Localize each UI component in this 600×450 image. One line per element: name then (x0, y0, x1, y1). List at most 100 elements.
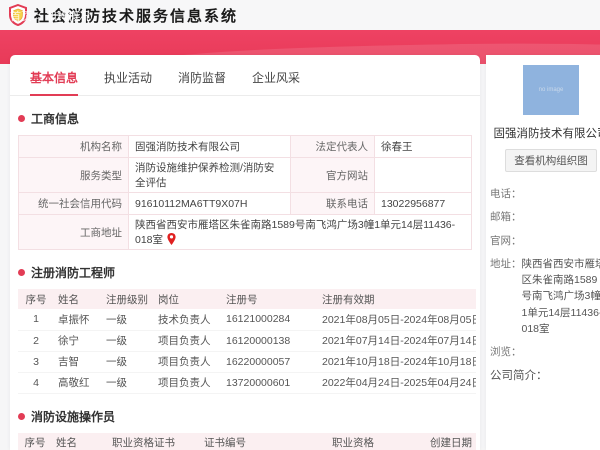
section-business-info: 工商信息 (18, 110, 480, 127)
sidebar-field-label: 邮箱： (490, 211, 522, 224)
cell-level: 一级 (102, 372, 154, 394)
sidebar-field-label: 电话： (490, 188, 522, 200)
sidebar-field-row: 官网： (490, 233, 600, 249)
tab-basic-info[interactable]: 基本信息 (30, 69, 79, 96)
column-header: 证书编号 (200, 432, 328, 450)
column-header: 姓名 (54, 289, 102, 309)
company-logo-placeholder: no image (523, 65, 579, 115)
cell-valid-period: 2021年07月14日-2024年07月14日 (318, 330, 476, 352)
table-row: 3 吉智 一级 项目负责人 16220000057 2021年10月18日-20… (18, 351, 476, 373)
table-row: 2 徐宁 一级 项目负责人 16120000138 2021年07月14日-20… (18, 330, 476, 352)
field-label: 机构名称 (18, 135, 129, 158)
table-row: 1 卓振怀 一级 技术负责人 16121000284 2021年08月05日-2… (18, 309, 476, 331)
section-title: 工商信息 (31, 112, 80, 126)
cell-position: 项目负责人 (154, 372, 222, 394)
cell-name: 高敬红 (54, 372, 102, 394)
engineers-table: 序号 姓名 注册级别 岗位 注册号 注册有效期 1 卓振怀 一级 技术负责人 161210… (18, 289, 476, 394)
breadcrumb-separator: > (36, 11, 43, 23)
cell-valid-period: 2022年04月24日-2025年04月24日 (318, 372, 476, 394)
cell-position: 项目负责人 (154, 330, 222, 352)
table-header-row: 序号 姓名 注册级别 岗位 注册号 注册有效期 (18, 289, 476, 309)
cell-level: 一级 (102, 309, 154, 331)
section-title: 消防设施操作员 (31, 409, 116, 424)
tab-fire-supervision[interactable]: 消防监督 (178, 69, 226, 95)
table-row: 工商地址 陕西省西安市雁塔区朱雀南路1589号南飞鸿广场3幢1单元14层1143… (18, 214, 472, 250)
page: 社会消防技术服务信息系统 首页 > 机构概况 基本信息 执业活动 消防监督 企业风采… (0, 0, 600, 450)
field-label: 联系电话 (290, 192, 375, 215)
column-header: 创建日期 (426, 432, 476, 450)
legal-rep-value: 徐春王 (374, 135, 472, 158)
sidebar-fields: 电话： 邮箱： 官网： 地址： 陕西省西安市雁塔区朱雀南路1589号南飞鸿广场3… (490, 186, 600, 360)
address-cell: 陕西省西安市雁塔区朱雀南路1589号南飞鸿广场3幢1单元14层11436-018… (128, 214, 472, 250)
table-row: 服务类型 消防设施维护保养检测/消防安全评估 官方网站 (18, 157, 472, 193)
business-info-table: 机构名称 固强消防技术有限公司 法定代表人 徐春王 服务类型 消防设施维护保养检… (18, 135, 472, 250)
breadcrumb-current: 机构概况 (46, 11, 91, 23)
field-label: 工商地址 (18, 214, 129, 250)
column-header: 序号 (18, 432, 52, 450)
sidebar-field-row: 浏览： (490, 344, 600, 360)
cell-position: 技术负责人 (154, 309, 222, 331)
cell-name: 吉智 (54, 351, 102, 373)
cell-valid-period: 2021年10月18日-2024年10月18日 (318, 351, 476, 373)
address-value: 陕西省西安市雁塔区朱雀南路1589号南飞鸿广场3幢1单元14层11436-018… (135, 219, 456, 246)
cell-reg-number: 13720000601 (222, 372, 318, 394)
column-header: 姓名 (52, 432, 108, 450)
cell-index: 4 (18, 372, 54, 394)
section-operators: 消防设施操作员 (18, 408, 480, 425)
operators-table: 序号姓名职业资格证书证书编号职业资格创建日期 1 戴文强 四级/中级技能 193… (18, 432, 476, 450)
service-type-value: 消防设施维护保养检测/消防安全评估 (128, 157, 291, 193)
column-header: 注册级别 (102, 289, 154, 309)
main-content-card: 基本信息 执业活动 消防监督 企业风采 工商信息 机构名称 固强消防技术有限公司… (10, 55, 480, 450)
cell-reg-number: 16220000057 (222, 351, 318, 373)
phone-value: 13022956877 (374, 192, 472, 215)
tab-company-gallery[interactable]: 企业风采 (252, 69, 300, 95)
section-title: 注册消防工程师 (31, 266, 116, 280)
cell-reg-number: 16121000284 (222, 309, 318, 331)
table-row: 统一社会信用代码 91610112MA6TT9X07H 联系电话 1302295… (18, 192, 472, 215)
sidebar-field-label: 地址： (490, 257, 522, 270)
sidebar-field-row: 邮箱： (490, 209, 600, 225)
sidebar-company-name: 固强消防技术有限公司 (493, 128, 600, 140)
column-header: 职业资格 (328, 432, 426, 450)
column-header: 职业资格证书 (108, 432, 200, 450)
table-row: 机构名称 固强消防技术有限公司 法定代表人 徐春王 (18, 135, 472, 158)
field-label: 法定代表人 (290, 135, 375, 158)
section-dot-icon (18, 412, 25, 420)
cell-position: 项目负责人 (154, 351, 222, 373)
section-engineers: 注册消防工程师 (18, 264, 480, 281)
cell-level: 一级 (102, 330, 154, 352)
credit-code-value: 91610112MA6TT9X07H (128, 192, 291, 215)
sidebar-field-label: 官网： (490, 234, 522, 247)
tab-bar: 基本信息 执业活动 消防监督 企业风采 (10, 55, 480, 96)
sidebar-field-row: 地址： 陕西省西安市雁塔区朱雀南路1589号南飞鸿广场3幢1单元14层11436… (490, 256, 600, 337)
table-row: 4 高敬红 一级 项目负责人 13720000601 2022年04月24日-2… (18, 372, 476, 394)
table-header-row: 序号 姓名 职业资格证书 证书编号 职业资格 创建日期 (18, 432, 476, 450)
company-sidebar: no image 固强消防技术有限公司 查看机构组织图 电话： 邮箱： 官网： … (486, 55, 600, 450)
cell-name: 卓振怀 (54, 309, 102, 331)
field-label: 服务类型 (18, 157, 129, 193)
field-label: 官方网站 (290, 157, 375, 193)
column-header: 注册号 (222, 289, 318, 309)
column-header: 序号 (18, 289, 54, 309)
sidebar-field-value: 陕西省西安市雁塔区朱雀南路1589号南飞鸿广场3幢1单元14层11436-018… (521, 257, 600, 335)
sidebar-field-label: 浏览： (490, 346, 522, 359)
cell-index: 1 (18, 309, 54, 331)
tab-practice-activity[interactable]: 执业活动 (104, 69, 152, 95)
breadcrumb: 首页 > 机构概况 (10, 8, 90, 24)
website-value (374, 157, 472, 193)
cell-level: 一级 (102, 351, 154, 373)
location-pin-icon[interactable] (167, 233, 176, 245)
breadcrumb-home-link[interactable]: 首页 (10, 11, 32, 23)
view-org-chart-button[interactable]: 查看机构组织图 (505, 149, 597, 172)
cell-index: 2 (18, 330, 54, 352)
cell-reg-number: 16120000138 (222, 330, 318, 352)
column-header: 岗位 (154, 289, 222, 309)
column-header: 注册有效期 (318, 289, 476, 309)
cell-index: 3 (18, 351, 54, 373)
section-dot-icon (18, 269, 25, 276)
cell-valid-period: 2021年08月05日-2024年08月05日 (318, 309, 476, 331)
cell-name: 徐宁 (54, 330, 102, 352)
org-name-value: 固强消防技术有限公司 (128, 135, 291, 158)
company-intro-label: 公司简介： (490, 370, 548, 383)
section-dot-icon (18, 115, 25, 122)
